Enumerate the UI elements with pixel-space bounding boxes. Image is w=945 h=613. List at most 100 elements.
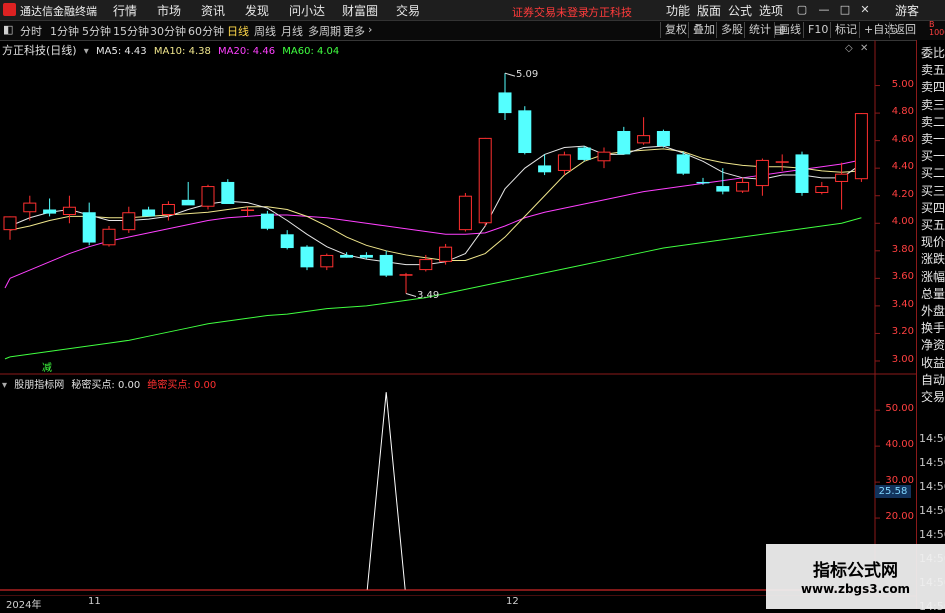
sub-current-value: 25.58 [875,485,911,498]
quote-label[interactable]: 卖二 [921,113,945,130]
tb-button-4[interactable]: 画线 [774,22,805,38]
candle [320,253,334,271]
panel-top-stub: B 1000 [929,20,945,37]
maximize-icon[interactable]: □ [838,3,852,17]
quote-label[interactable]: 买三 [921,182,945,199]
candle-body [854,113,868,180]
quote-label[interactable]: 总量 [921,285,945,302]
quote-label[interactable]: 卖五 [921,61,945,78]
tb-button-2[interactable]: 多股 [716,22,747,38]
candle [795,151,809,196]
tb-button-1[interactable]: 叠加 [688,22,719,38]
tab-period-4[interactable]: 30分钟 [150,23,186,39]
tab-period-3[interactable]: 15分钟 [113,23,149,39]
candle-body [161,203,175,215]
candle-body [736,181,750,192]
tab-period-1[interactable]: 1分钟 [50,23,79,39]
trade-login-notice[interactable]: 证券交易未登录 [512,4,589,20]
trade-time: 14:56 [919,480,945,493]
candle [775,154,789,171]
kline-chart[interactable] [0,40,916,609]
candle [260,210,274,231]
close-icon[interactable]: ✕ [858,3,872,17]
skin-icon[interactable]: ▢ [795,3,809,17]
tab-period-10[interactable]: 更多 [343,23,365,39]
menu-item-market-list[interactable]: 市场 [157,2,181,19]
tab-period-0[interactable]: 分时 [20,23,42,39]
candle [241,206,255,217]
quote-label[interactable]: 净资 [921,336,945,353]
menu-item-discover[interactable]: 发现 [245,2,269,19]
tb-button-0[interactable]: 复权 [660,22,691,38]
quote-label[interactable]: 卖一 [921,130,945,147]
candle [478,137,492,227]
watermark-title: 指标公式网 [813,561,898,581]
candle-body [300,246,314,268]
tb-button-5[interactable]: F10 [803,22,832,38]
menu-item-options[interactable]: 选项 [759,2,783,19]
quote-label[interactable]: 外盘 [921,302,945,319]
menu-item-wealth-circle[interactable]: 财富圈 [342,2,378,19]
tb-button-3[interactable]: 统计 [744,22,775,38]
candle [577,146,591,162]
reduce-marker: 减 [42,363,52,374]
tab-period-5[interactable]: 60分钟 [188,23,224,39]
candle [597,147,611,169]
quote-side-panel: 委比 卖五 卖四 卖三 卖二 卖一 买一 买二 买三 买四 买五 现价 涨跌 涨幅 总量 外盘 换手 净资 收益 自动… [916,40,945,613]
candle-body [716,186,730,192]
candle [458,192,472,232]
tab-period-7[interactable]: 周线 [254,23,276,39]
candle-body [815,186,829,193]
candle [102,226,116,247]
low-pointer [405,293,417,297]
tb-button-6[interactable]: 标记 [830,22,861,38]
quote-label[interactable]: 收益 [921,354,945,371]
menu-item-trade[interactable]: 交易 [396,2,420,19]
tab-period-9[interactable]: 多周期 [308,23,341,39]
candle [676,151,690,176]
quote-label[interactable]: 现价 [921,233,945,250]
candle [736,177,750,193]
x-label-month-12: 12 [506,596,519,607]
candle [379,250,393,277]
sub-chart-info: ▾ 股朋指标网 秘密买点: 0.00 绝密买点: 0.00 [2,376,220,391]
quote-label[interactable]: 换手 [921,319,945,336]
menu-item-formula[interactable]: 公式 [728,2,752,19]
quote-label[interactable]: 卖三 [921,96,945,113]
quote-label[interactable]: 委比 [921,44,945,61]
menu-item-news[interactable]: 资讯 [201,2,225,19]
quote-label[interactable]: 买二 [921,164,945,181]
top-secret-buy-value: 绝密买点: 0.00 [147,380,217,391]
sub-dropdown-icon[interactable]: ▾ [2,380,7,391]
quote-label[interactable]: 涨跌 [921,250,945,267]
tab-period-6[interactable]: 日线 [227,23,249,39]
candle-body [181,199,195,206]
ma60-lead [4,356,11,360]
menu-item-function[interactable]: 功能 [666,2,690,19]
quote-label[interactable]: 买一 [921,147,945,164]
quote-label[interactable]: 交易 [921,388,945,405]
tab-period-2[interactable]: 5分钟 [82,23,111,39]
menu-item-assistant[interactable]: 问小达 [289,2,325,19]
quote-label[interactable]: 买五 [921,216,945,233]
chevron-right-icon[interactable]: › [368,23,372,36]
quote-label[interactable]: 涨幅 [921,268,945,285]
minimize-icon[interactable]: — [817,3,831,17]
tb-button-8[interactable]: 返回 [889,22,920,38]
trade-time: 14:56 [919,504,945,517]
quote-label[interactable]: 卖四 [921,78,945,95]
trade-time: 14:56 [919,528,945,541]
guest-label[interactable]: 游客 [895,2,919,19]
menu-item-market[interactable]: 行情 [113,2,137,19]
quote-label[interactable]: 自动 [921,371,945,388]
menu-item-layout[interactable]: 版面 [697,2,721,19]
candle [82,202,96,246]
main-ytick-label: 3.60 [891,271,914,283]
candle-body [458,195,472,231]
sidebar-toggle-icon[interactable]: ◧ [3,23,13,36]
candle [280,230,294,250]
tab-period-8[interactable]: 月线 [281,23,303,39]
candle-body [23,202,37,213]
quote-label[interactable]: 买四 [921,199,945,216]
candle [755,158,769,196]
